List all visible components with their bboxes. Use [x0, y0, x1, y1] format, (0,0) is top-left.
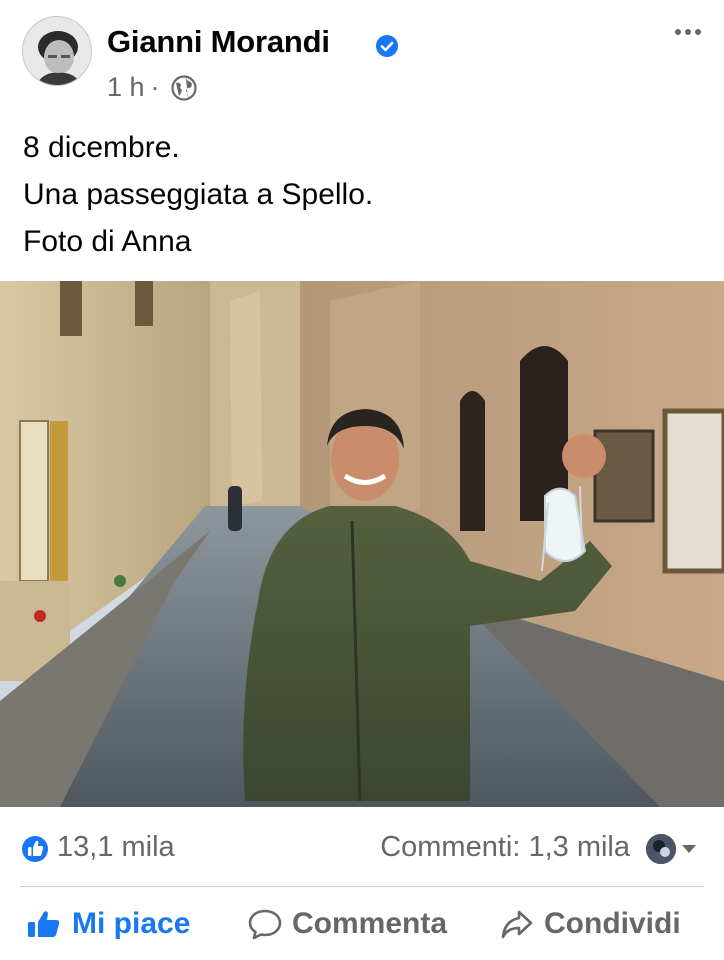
more-options-icon[interactable] [672, 22, 704, 42]
comment-label: Commenta [292, 907, 448, 940]
caption-line: 8 dicembre. [23, 131, 180, 164]
comment-button[interactable]: Commenta [248, 902, 447, 946]
verified-badge-icon [376, 35, 398, 57]
share-arrow-icon [501, 910, 533, 939]
chevron-down-icon[interactable] [681, 843, 697, 855]
like-count[interactable]: 13,1 mila [57, 831, 175, 864]
post-header: Gianni Morandi 1 h · [0, 0, 724, 115]
post-time[interactable]: 1 h [107, 72, 145, 103]
globe-icon [170, 74, 197, 101]
author-avatar[interactable] [22, 16, 92, 86]
post-photo[interactable] [0, 281, 724, 807]
post-meta: 1 h · [107, 72, 198, 103]
share-button[interactable]: Condividi [500, 902, 681, 946]
like-label: Mi piace [72, 907, 191, 940]
author-name[interactable]: Gianni Morandi [107, 24, 330, 60]
speech-bubble-icon [248, 909, 282, 940]
caption-line: Una passeggiata a Spello. [23, 178, 374, 211]
meta-separator: · [150, 72, 160, 102]
caption-line: Foto di Anna [23, 225, 192, 258]
share-label: Condividi [544, 907, 681, 940]
thumbs-up-icon [28, 911, 60, 937]
post-caption: 8 dicembre. Una passeggiata a Spello. Fo… [23, 124, 703, 265]
divider [20, 886, 704, 887]
like-button[interactable]: Mi piace [26, 902, 190, 946]
comment-count[interactable]: Commenti: 1,3 mila [380, 831, 630, 864]
audience-avatar[interactable] [646, 834, 676, 864]
like-badge-icon[interactable] [21, 835, 49, 863]
